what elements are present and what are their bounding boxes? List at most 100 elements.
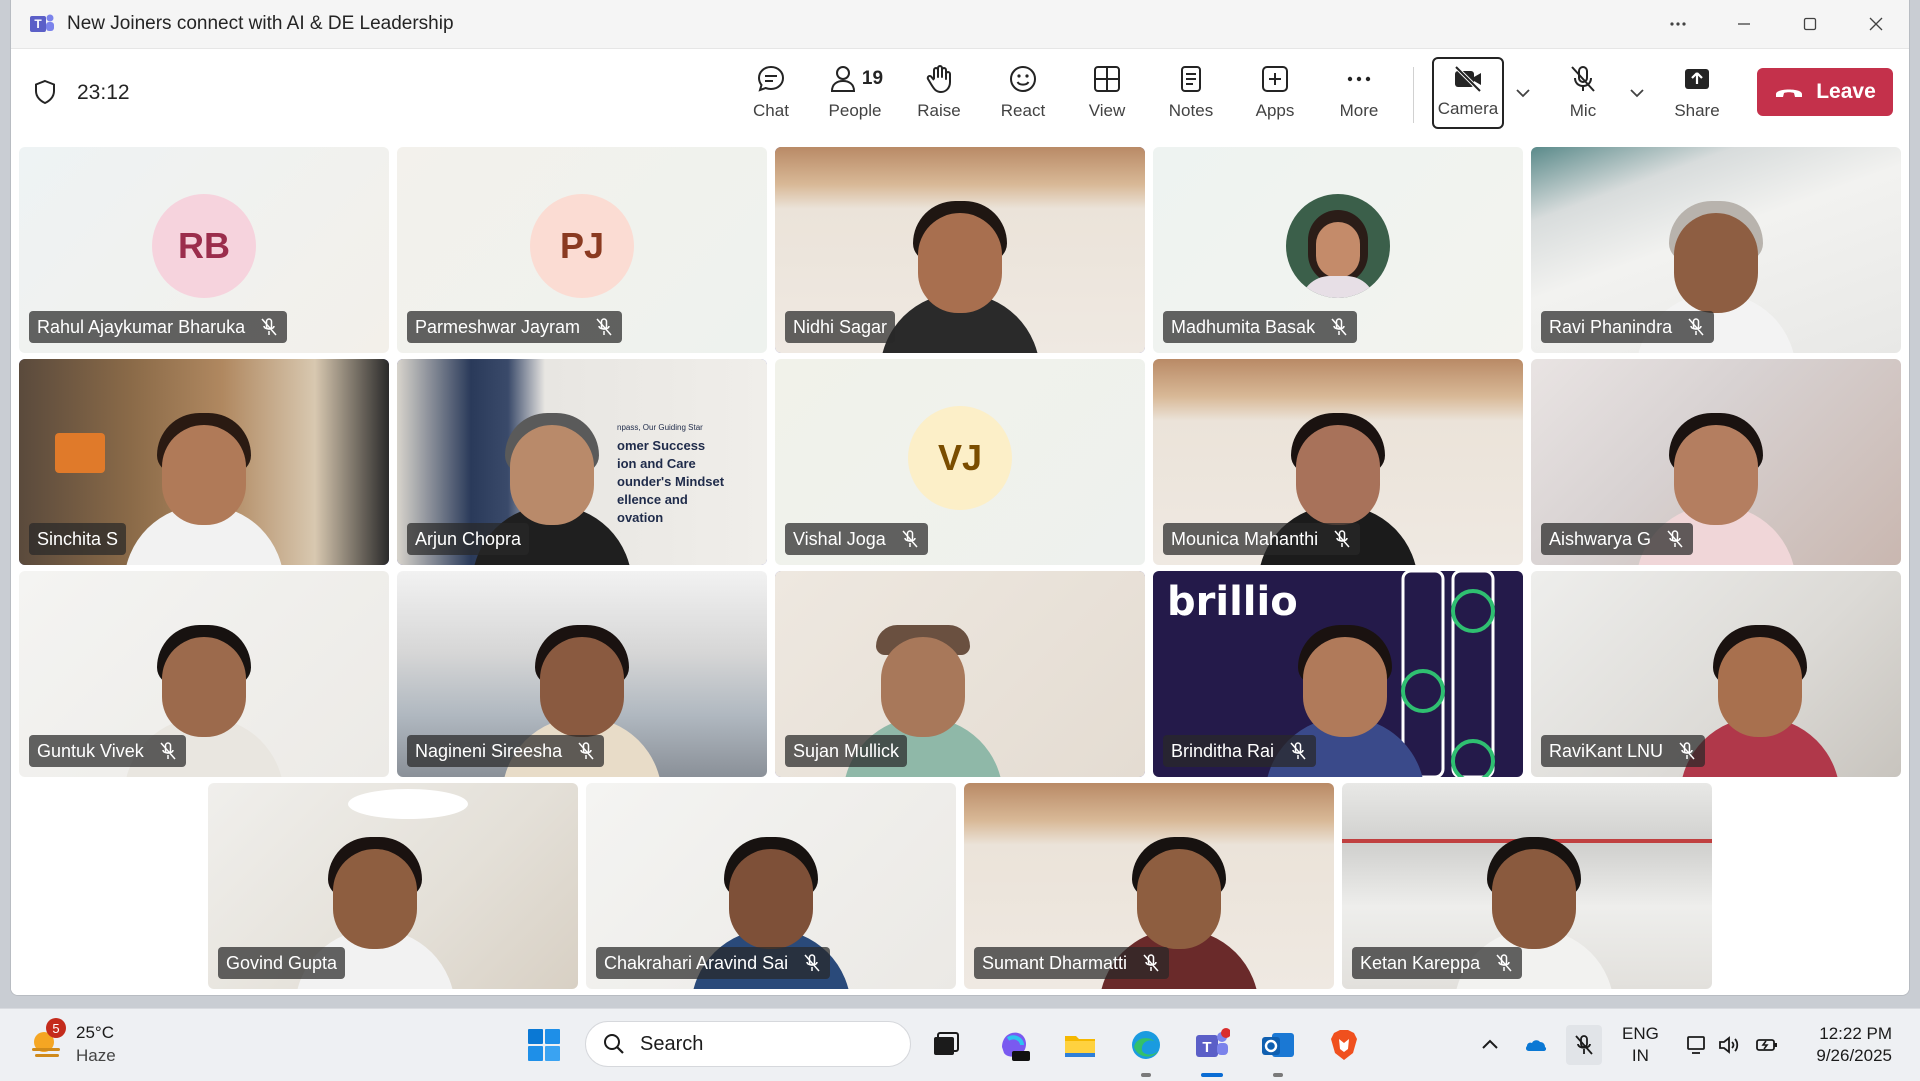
active-app-indicator bbox=[1201, 1073, 1223, 1077]
people-count: 19 bbox=[861, 68, 884, 89]
participant-name: RaviKant LNU bbox=[1549, 740, 1664, 761]
taskbar-search-box[interactable]: Search bbox=[585, 1021, 911, 1067]
battery-button[interactable] bbox=[1754, 1025, 1780, 1065]
camera-button[interactable]: Camera bbox=[1432, 57, 1504, 129]
task-view-button[interactable] bbox=[926, 1025, 966, 1065]
raise-hand-icon bbox=[926, 65, 951, 93]
participant-name-label: Aishwarya G bbox=[1541, 523, 1694, 555]
outlook-icon bbox=[1262, 1033, 1294, 1057]
windows-taskbar: 5 25°C Haze Search T ENG IN 12:22 PM 9/2… bbox=[0, 1008, 1920, 1081]
running-indicator bbox=[1273, 1073, 1283, 1077]
participant-name-label: Guntuk Vivek bbox=[29, 735, 186, 767]
more-icon bbox=[1347, 76, 1371, 82]
participant-name: Vishal Joga bbox=[793, 528, 886, 549]
participant-name-label: Ketan Kareppa bbox=[1352, 947, 1523, 979]
camera-options-chevron-icon[interactable] bbox=[1513, 83, 1533, 103]
mic-options-chevron-icon[interactable] bbox=[1627, 83, 1647, 103]
network-icon bbox=[1687, 1036, 1705, 1054]
apps-label: Apps bbox=[1255, 101, 1295, 120]
apps-button[interactable]: Apps bbox=[1237, 59, 1313, 131]
onedrive-button[interactable] bbox=[1522, 1025, 1550, 1065]
participant-tile[interactable]: Guntuk Vivek bbox=[19, 571, 389, 777]
participant-name: Nidhi Sagar bbox=[793, 316, 888, 337]
participant-name-label: Rahul Ajaykumar Bharuka bbox=[29, 311, 288, 343]
chevron-up-icon bbox=[1482, 1039, 1498, 1049]
participant-tile[interactable]: Madhumita Basak bbox=[1153, 147, 1523, 353]
file-explorer-button[interactable] bbox=[1060, 1025, 1100, 1065]
participant-name-label: Sinchita S bbox=[29, 523, 127, 555]
chat-button[interactable]: Chat bbox=[733, 59, 809, 131]
smiley-icon bbox=[1010, 66, 1036, 92]
minimize-button[interactable] bbox=[1711, 0, 1777, 48]
participant-name-label: Madhumita Basak bbox=[1163, 311, 1358, 343]
leave-button[interactable]: Leave bbox=[1757, 68, 1893, 116]
volume-button[interactable] bbox=[1716, 1025, 1742, 1065]
mic-button[interactable]: Mic bbox=[1545, 59, 1621, 131]
participant-tile[interactable]: Nagineni Sireesha bbox=[397, 571, 767, 777]
edge-icon bbox=[1132, 1031, 1160, 1059]
mic-in-use-button[interactable] bbox=[1566, 1025, 1602, 1065]
participant-tile[interactable]: npass, Our Guiding Star omer Success ion… bbox=[397, 359, 767, 565]
search-placeholder: Search bbox=[640, 1032, 704, 1055]
mic-muted-tray-icon bbox=[1575, 1035, 1593, 1055]
participant-tile[interactable]: Ketan Kareppa bbox=[1342, 783, 1712, 989]
participant-tile[interactable]: Aishwarya G bbox=[1531, 359, 1901, 565]
share-label: Share bbox=[1674, 101, 1720, 120]
raise-hand-button[interactable]: Raise bbox=[901, 59, 977, 131]
network-button[interactable] bbox=[1684, 1025, 1710, 1065]
close-window-button[interactable] bbox=[1843, 0, 1909, 48]
participant-name-label: Parmeshwar Jayram bbox=[407, 311, 623, 343]
participant-tile[interactable]: Mounica Mahanthi bbox=[1153, 359, 1523, 565]
participant-name: Rahul Ajaykumar Bharuka bbox=[37, 316, 246, 337]
shield-icon bbox=[35, 79, 55, 105]
participant-tile[interactable]: brillio Brinditha Rai bbox=[1153, 571, 1523, 777]
react-button[interactable]: React bbox=[985, 59, 1061, 131]
more-options-button[interactable] bbox=[1645, 0, 1711, 48]
participant-name: Parmeshwar Jayram bbox=[415, 316, 581, 337]
notes-button[interactable]: Notes bbox=[1153, 59, 1229, 131]
meeting-timer: 23:12 bbox=[77, 81, 130, 104]
teams-app-button[interactable]: T bbox=[1192, 1025, 1232, 1065]
people-label: People bbox=[828, 101, 882, 120]
participant-tile[interactable]: Ravi Phanindra bbox=[1531, 147, 1901, 353]
edge-browser-button[interactable] bbox=[1126, 1025, 1166, 1065]
show-hidden-icons-button[interactable] bbox=[1478, 1025, 1502, 1065]
participant-name-label: Nidhi Sagar bbox=[785, 311, 896, 343]
participant-tile[interactable]: Sujan Mullick bbox=[775, 571, 1145, 777]
grid-view-icon bbox=[1094, 66, 1120, 92]
windows-start-icon[interactable] bbox=[526, 1027, 562, 1063]
participant-tile[interactable]: Chakrahari Aravind Sai bbox=[586, 783, 956, 989]
more-label: More bbox=[1339, 101, 1379, 120]
share-button[interactable]: Share bbox=[1659, 59, 1735, 131]
view-button[interactable]: View bbox=[1069, 59, 1145, 131]
notes-label: Notes bbox=[1168, 101, 1214, 120]
leave-label: Leave bbox=[1816, 80, 1876, 103]
avatar-initials: RB bbox=[152, 193, 256, 298]
outlook-app-button[interactable] bbox=[1258, 1025, 1298, 1065]
weather-widget[interactable]: 5 25°C Haze bbox=[26, 1018, 116, 1067]
brave-browser-button[interactable] bbox=[1324, 1025, 1364, 1065]
m365-app-button[interactable] bbox=[994, 1025, 1034, 1065]
participant-tile[interactable]: PJ Parmeshwar Jayram bbox=[397, 147, 767, 353]
participant-name: Sumant Dharmatti bbox=[982, 952, 1128, 973]
participant-name-label: Arjun Chopra bbox=[407, 523, 530, 555]
mic-muted-icon bbox=[1143, 954, 1159, 972]
participant-tile[interactable]: Sumant Dharmatti bbox=[964, 783, 1334, 989]
meeting-toolbar: 23:12 Chat 19 People Raise React View No… bbox=[11, 49, 1909, 138]
participant-tile[interactable]: RB Rahul Ajaykumar Bharuka bbox=[19, 147, 389, 353]
input-language-indicator[interactable]: ENG IN bbox=[1622, 1023, 1659, 1067]
participant-tile[interactable]: RaviKant LNU bbox=[1531, 571, 1901, 777]
title-bar: T New Joiners connect with AI & DE Leade… bbox=[11, 0, 1909, 49]
mic-muted-icon bbox=[1688, 318, 1704, 336]
maximize-button[interactable] bbox=[1777, 0, 1843, 48]
system-clock[interactable]: 12:22 PM 9/26/2025 bbox=[1800, 1023, 1892, 1067]
participant-tile[interactable]: Govind Gupta bbox=[208, 783, 578, 989]
participant-tile[interactable]: VJ Vishal Joga bbox=[775, 359, 1145, 565]
participant-tile[interactable]: Sinchita S bbox=[19, 359, 389, 565]
mic-muted-icon bbox=[1334, 530, 1350, 548]
more-actions-button[interactable]: More bbox=[1321, 59, 1397, 131]
participant-tile[interactable]: Nidhi Sagar bbox=[775, 147, 1145, 353]
participant-name-label: Vishal Joga bbox=[785, 523, 928, 555]
people-button[interactable]: 19 People bbox=[817, 59, 893, 131]
teams-logo-icon: T bbox=[30, 14, 54, 32]
